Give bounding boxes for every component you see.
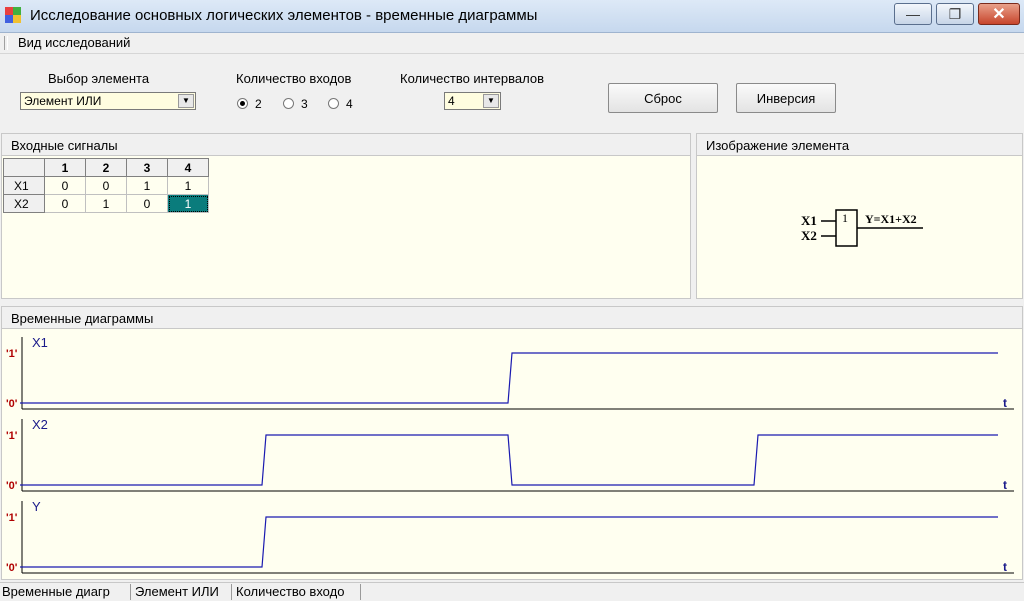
intervals-count-label: Количество интервалов xyxy=(400,71,544,86)
restore-icon: ❐ xyxy=(948,5,962,22)
inversion-button[interactable]: Инверсия xyxy=(736,83,836,113)
table-corner xyxy=(3,158,45,177)
row-header: X2 xyxy=(3,194,45,213)
logic-gate-diagram: X1 X2 1 Y=X1+X2 xyxy=(801,209,923,247)
signal-name-label: X1 xyxy=(32,335,48,350)
radio-inputs-2[interactable] xyxy=(237,98,248,109)
element-image-panel: X1 X2 1 Y=X1+X2 xyxy=(696,156,1023,299)
time-axis-label: t xyxy=(1003,478,1007,492)
status-panel-element: Элемент ИЛИ xyxy=(133,584,232,600)
table-cell[interactable]: 0 xyxy=(126,194,168,213)
timing-diagrams-panel: '1' '0' X1 t '1' '0' X2 t '1' '0' Yt xyxy=(1,329,1023,580)
table-row: X2 0 1 0 1 xyxy=(3,194,209,213)
gate-output-label: Y=X1+X2 xyxy=(865,212,917,226)
input-signals-panel: 1 2 3 4 X1 0 0 1 1 X2 0 1 0 1 xyxy=(1,156,691,299)
level-high-label: '1' xyxy=(6,430,18,442)
signal-name-label: Y xyxy=(32,499,41,514)
radio-inputs-4-label: 4 xyxy=(346,97,353,111)
minimize-button[interactable]: — xyxy=(894,3,932,25)
row-header: X1 xyxy=(3,176,45,195)
element-select-label: Выбор элемента xyxy=(48,71,150,86)
radio-inputs-2-label: 2 xyxy=(255,97,262,111)
signal-waveform-x1 xyxy=(20,352,998,404)
table-cell[interactable]: 0 xyxy=(44,194,86,213)
gate-input-x2: X2 xyxy=(801,228,817,243)
column-header: 1 xyxy=(44,158,86,177)
column-header: 4 xyxy=(167,158,209,177)
level-high-label: '1' xyxy=(6,512,18,524)
element-select[interactable]: Элемент ИЛИ ▼ xyxy=(20,92,196,110)
element-image-title: Изображение элемента xyxy=(706,138,850,153)
table-cell[interactable]: 0 xyxy=(85,176,127,195)
level-low-label: '0' xyxy=(6,480,18,492)
chevron-down-icon[interactable]: ▼ xyxy=(483,94,499,108)
chevron-down-icon[interactable]: ▼ xyxy=(178,94,194,108)
column-header: 3 xyxy=(126,158,168,177)
time-axis-label: t xyxy=(1003,560,1007,574)
intervals-select-value: 4 xyxy=(448,94,455,108)
radio-inputs-3-label: 3 xyxy=(301,97,308,111)
reset-button[interactable]: Сброс xyxy=(608,83,718,113)
menu-bar: Вид исследований xyxy=(0,33,1024,54)
menu-grip xyxy=(4,36,8,50)
level-low-label: '0' xyxy=(6,398,18,410)
table-cell[interactable]: 0 xyxy=(44,176,86,195)
table-cell[interactable]: 1 xyxy=(167,176,209,195)
radio-inputs-4[interactable] xyxy=(328,98,339,109)
status-panel-mode: Временные диагр xyxy=(0,584,131,600)
signal-waveform-y xyxy=(20,516,998,568)
intervals-select[interactable]: 4 ▼ xyxy=(444,92,501,110)
window-title: Исследование основных логических элемент… xyxy=(30,7,538,24)
element-image-header: Изображение элемента xyxy=(696,133,1023,156)
close-button[interactable]: ✕ xyxy=(978,3,1020,25)
table-cell[interactable]: 1 xyxy=(126,176,168,195)
level-high-label: '1' xyxy=(6,348,18,360)
column-header: 2 xyxy=(85,158,127,177)
restore-button[interactable]: ❐ xyxy=(936,3,974,25)
close-icon: ✕ xyxy=(992,6,1006,23)
table-cell-selected[interactable]: 1 xyxy=(167,194,209,213)
title-bar[interactable]: Исследование основных логических элемент… xyxy=(0,0,1024,33)
signal-name-label: X2 xyxy=(32,417,48,432)
input-signals-title: Входные сигналы xyxy=(11,138,118,153)
gate-input-x1: X1 xyxy=(801,213,817,228)
status-bar: Временные диагр Элемент ИЛИ Количество в… xyxy=(0,582,1024,601)
level-low-label: '0' xyxy=(6,562,18,574)
table-cell[interactable]: 1 xyxy=(85,194,127,213)
element-select-value: Элемент ИЛИ xyxy=(24,94,102,108)
timing-diagrams-header: Временные диаграммы xyxy=(1,306,1023,329)
timing-diagrams-title: Временные диаграммы xyxy=(11,311,154,326)
table-header-row: 1 2 3 4 xyxy=(3,158,209,177)
inputs-count-label: Количество входов xyxy=(236,71,352,86)
app-icon xyxy=(5,7,21,23)
radio-inputs-3[interactable] xyxy=(283,98,294,109)
menu-item-research-type[interactable]: Вид исследований xyxy=(18,35,130,50)
signal-waveform-x2 xyxy=(20,434,998,486)
timing-diagrams-plot: '1' '0' X1 t '1' '0' X2 t '1' '0' Yt xyxy=(6,335,1014,574)
table-row: X1 0 0 1 1 xyxy=(3,176,209,195)
input-signals-header: Входные сигналы xyxy=(1,133,691,156)
minimize-icon: — xyxy=(906,6,920,22)
input-signals-table[interactable]: 1 2 3 4 X1 0 0 1 1 X2 0 1 0 1 xyxy=(3,158,209,213)
gate-symbol: 1 xyxy=(842,211,848,225)
time-axis-label: t xyxy=(1003,396,1007,410)
status-panel-inputs: Количество входо xyxy=(234,584,361,600)
